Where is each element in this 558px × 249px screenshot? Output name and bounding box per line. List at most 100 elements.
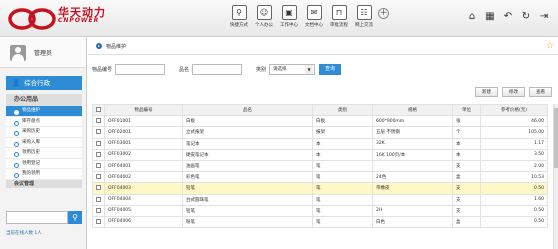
table-cell: 2H — [372, 204, 453, 217]
table-cell: OFF04006 — [104, 215, 183, 229]
star-icon[interactable]: ☆ — [546, 41, 554, 51]
code-input[interactable] — [115, 64, 166, 75]
user-name: 管理员 — [34, 50, 53, 57]
edit-button[interactable]: 修改 — [502, 87, 525, 97]
submenu: 物品维护 库存盘点 采购历史 采购入库 领用历史 领用登记 我的领用 — [6, 106, 82, 180]
shortcut-icon: ⚲ — [231, 5, 247, 20]
row-checkbox[interactable] — [92, 204, 105, 217]
back-icon[interactable]: ↶ — [502, 11, 514, 23]
nav-item[interactable]: ☷ 网上交流 — [353, 5, 375, 35]
table-cell: 笔 — [312, 159, 373, 173]
grid-icon[interactable]: ▦ — [484, 11, 496, 23]
sidebar-item[interactable]: 领用历史 — [6, 148, 82, 159]
table-cell: 个 — [452, 126, 481, 139]
table-cell: 0.50 — [480, 215, 548, 229]
row-checkbox[interactable] — [92, 193, 105, 206]
type-label: 类别 — [256, 67, 267, 73]
table-cell: 3.50 — [480, 148, 548, 161]
module-header[interactable]: 👤 综合行政 — [6, 76, 82, 90]
table-row[interactable]: OFF03002 硬皮笔记本本 16K 100页/本本 3.50 — [92, 148, 548, 161]
table-cell: OFF02001 — [104, 126, 183, 139]
breadcrumb-label: 物品维护 — [106, 43, 127, 50]
row-checkbox[interactable] — [92, 215, 105, 229]
menu-group-meetings[interactable]: 会议管理 — [6, 179, 82, 188]
table-cell: 油画笔 — [182, 159, 313, 173]
table-cell: 本 — [452, 137, 481, 150]
table-cell: 盒 — [452, 171, 481, 184]
col-type: 类别 — [312, 103, 373, 117]
scrollbar[interactable] — [553, 104, 558, 249]
query-button[interactable]: 查询 — [319, 64, 342, 75]
table-cell: OFF04003 — [104, 182, 183, 195]
sidebar-item[interactable]: 领用登记 — [6, 158, 82, 169]
nav-item[interactable]: ⊓ 审批流程 — [328, 5, 350, 35]
nav-item[interactable]: ⚲ 快捷方式 — [228, 5, 250, 35]
brand-name-en: CNPOWER — [58, 17, 100, 24]
table-row[interactable]: OFF04003 铅笔笔带橡皮支 0.50 — [92, 182, 548, 195]
table-row[interactable]: OFF03001 笔记本本 32K 本 1.17 — [92, 137, 548, 150]
nav-item[interactable]: ▣ 工作中心 — [278, 5, 300, 35]
table-cell: 支 — [452, 182, 481, 195]
table-cell: 本 — [312, 137, 373, 150]
refresh-icon[interactable]: ↻ — [520, 11, 532, 23]
row-checkbox[interactable] — [92, 137, 105, 150]
table-cell: 46.00 — [480, 115, 548, 128]
table-cell: OFF03001 — [104, 137, 183, 150]
sidebar-item[interactable]: 物品维护 — [6, 106, 82, 117]
type-select[interactable]: 请选择 — [269, 64, 316, 75]
table-cell: 笔记本 — [182, 137, 313, 150]
nav-label: 网上交流 — [355, 23, 373, 28]
sidebar-item[interactable]: 采购入库 — [6, 137, 82, 148]
table-cell: 0.50 — [480, 204, 548, 217]
table-row[interactable]: OFF04001 油画笔笔 支 2.00 — [92, 159, 548, 173]
row-checkbox[interactable] — [92, 126, 105, 139]
row-checkbox[interactable] — [92, 115, 105, 128]
table-cell: 支 — [452, 193, 481, 206]
table-cell: 笔 — [312, 204, 373, 217]
sidebar-item[interactable]: 我的领用 — [6, 169, 82, 180]
chat-icon: ☷ — [356, 5, 372, 20]
table-cell: 1.60 — [480, 193, 548, 206]
table-cell: 彩色笔 — [182, 171, 313, 184]
person-icon: ☺ — [256, 5, 272, 20]
col-spec: 规格 — [372, 103, 453, 117]
nav-item[interactable]: ☺ 个人办公 — [253, 5, 275, 35]
menu-group-office-supplies[interactable]: 办公用品 — [6, 94, 82, 106]
user-panel: 管理员 — [0, 38, 86, 68]
row-checkbox[interactable] — [92, 171, 105, 184]
row-checkbox[interactable] — [92, 159, 105, 173]
exit-icon[interactable]: ⇥ — [538, 11, 550, 23]
select-all-checkbox[interactable] — [92, 103, 105, 117]
row-checkbox[interactable] — [92, 148, 105, 161]
search-icon[interactable]: ⚲ — [68, 211, 82, 224]
table-row[interactable]: OFF02001 立式报架 报架 五层 不锈钢个 105.00 — [92, 126, 548, 139]
sidebar-item[interactable]: 库存盘点 — [6, 116, 82, 127]
table-cell: 白板 — [182, 115, 313, 128]
code-label: 物品编号 — [92, 67, 113, 73]
table-row[interactable]: OFF04002 彩色笔笔 24色盒 10.53 — [92, 171, 548, 184]
table-cell: 粉笔 — [182, 215, 313, 229]
table-cell: 0.50 — [480, 182, 548, 195]
sidebar-item[interactable]: 采购历史 — [6, 127, 82, 138]
nav-item[interactable]: ✉ 文档中心 — [303, 5, 325, 35]
new-button[interactable]: 新建 — [475, 87, 498, 97]
table-row[interactable]: OFF01001 白板 白板 600*900mm 张 46.00 — [92, 115, 548, 128]
view-button[interactable]: 查看 — [529, 87, 552, 97]
avatar — [10, 44, 26, 61]
table-row[interactable]: OFF04004 台式圆珠笔笔 支 1.60 — [92, 193, 548, 206]
table-row[interactable]: OFF04006 粉笔笔白色盒 0.50 — [92, 215, 548, 229]
arrow-icon: ▸ — [96, 43, 102, 49]
table-cell: 盒 — [452, 215, 481, 229]
name-input[interactable] — [192, 64, 243, 75]
table-cell: 笔 — [312, 215, 373, 229]
table-row[interactable]: OFF04005 铅笔笔 2H 支 0.50 — [92, 204, 548, 217]
sidebar-search-input[interactable] — [6, 211, 68, 224]
toolbar: 新建 修改 查看 — [471, 87, 552, 97]
home-icon[interactable]: ⌂ — [466, 11, 478, 23]
table-cell: OFF04004 — [104, 193, 183, 206]
add-icon[interactable]: + — [378, 8, 389, 19]
table-cell: 台式圆珠笔 — [182, 193, 313, 206]
row-checkbox[interactable] — [92, 182, 105, 195]
table-cell: 硬皮笔记本 — [182, 148, 313, 161]
table-cell: 笔 — [312, 193, 373, 206]
